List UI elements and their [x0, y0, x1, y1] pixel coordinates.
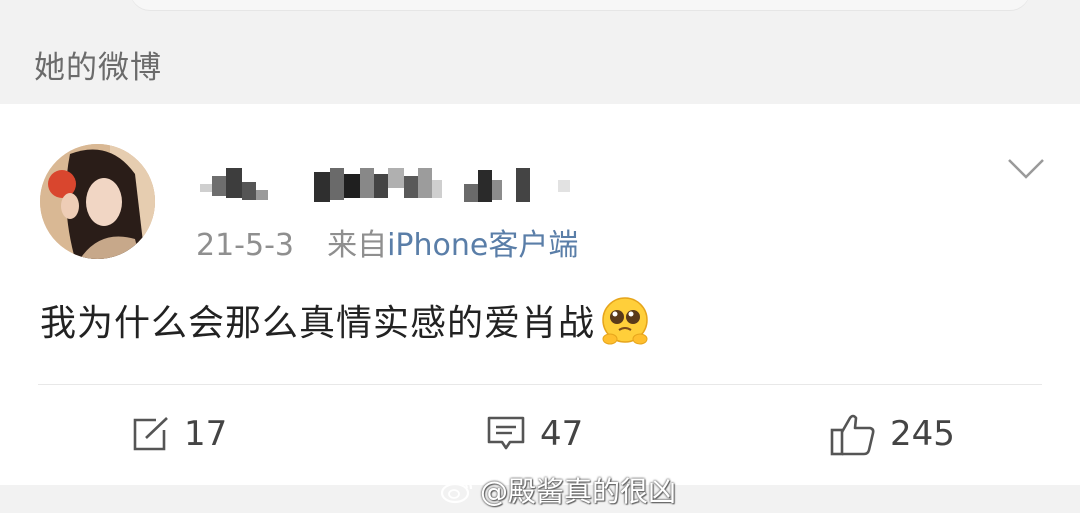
divider: [38, 384, 1042, 385]
weibo-watermark: @殿酱真的很凶: [440, 470, 676, 510]
thumbs-up-icon: [830, 414, 875, 456]
repost-count: 17: [184, 414, 228, 454]
post-source-link[interactable]: iPhone客户端: [387, 228, 578, 263]
post-content: 我为什么会那么真情实感的爱肖战: [40, 297, 651, 351]
search-bar-remnant[interactable]: [130, 0, 1030, 10]
watermark-text: @殿酱真的很凶: [480, 475, 677, 508]
post-text: 我为什么会那么真情实感的爱肖战: [40, 303, 596, 344]
section-header: [0, 20, 1080, 104]
weibo-post-card: 21-5-3 来自iPhone客户端 我为什么会那么真情实感的爱肖战 17 47…: [0, 104, 1080, 485]
post-timestamp: 21-5-3: [196, 228, 294, 263]
repost-button[interactable]: 17: [132, 412, 227, 456]
like-count: 245: [890, 414, 955, 454]
source-prefix: 来自: [327, 228, 388, 263]
avatar[interactable]: [40, 144, 155, 259]
username-mosaic: [200, 168, 570, 202]
chevron-down-icon[interactable]: [1006, 156, 1046, 182]
repost-icon: [133, 417, 168, 451]
pleading-face-icon: [599, 295, 651, 347]
post-meta: 21-5-3 来自iPhone客户端: [196, 220, 578, 264]
like-button[interactable]: 245: [830, 412, 955, 456]
avatar-photo: [40, 144, 155, 259]
section-title: 她的微博: [34, 50, 162, 86]
comment-button[interactable]: 47: [486, 412, 583, 456]
weibo-logo-icon: [440, 478, 473, 504]
comment-count: 47: [540, 414, 584, 454]
comment-icon: [487, 416, 525, 450]
